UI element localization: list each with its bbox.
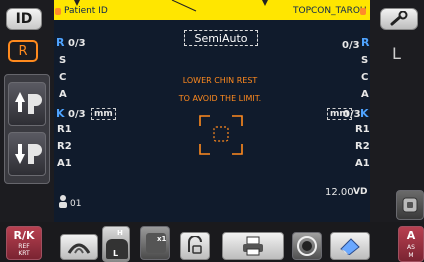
lens-reader-button[interactable] — [396, 190, 424, 220]
right-r-count: 0/3 — [342, 40, 360, 51]
patient-icon — [55, 8, 61, 15]
eye-view-button[interactable] — [60, 234, 98, 260]
chin-rest-down-button[interactable] — [8, 132, 46, 176]
rk-title: R/K — [13, 229, 35, 242]
left-a-label: A — [59, 89, 67, 100]
left-k-count: 0/3 — [68, 109, 86, 120]
ring-icon — [297, 236, 317, 256]
left-r-label: R — [56, 36, 65, 49]
chin-down-icon — [15, 144, 42, 164]
rk-mode-button[interactable]: R/K REF KRT — [6, 226, 42, 260]
left-k-label: K — [56, 107, 65, 120]
headrest-l-label: L — [113, 249, 119, 258]
right-s-label: S — [361, 55, 369, 66]
warning-message: LOWER CHIN REST TO AVOID THE LIMIT. — [150, 72, 290, 108]
r-eye-button[interactable]: R — [8, 40, 38, 62]
chin-up-icon — [15, 92, 42, 114]
patient-id-label: Patient ID — [64, 6, 108, 16]
left-r-count: 0/3 — [68, 38, 86, 49]
lens-icon — [402, 197, 418, 213]
semiauto-mode-button[interactable]: SemiAuto — [184, 30, 258, 46]
alignment-target — [199, 115, 243, 155]
zoom-x1-label: x1 — [157, 235, 167, 243]
rk-sub1: REF — [18, 243, 30, 250]
chin-rest-up-button[interactable] — [8, 82, 46, 126]
warning-line-1: LOWER CHIN REST — [182, 76, 258, 85]
warning-line-2: TO AVOID THE LIMIT. — [178, 94, 262, 103]
zoom-button[interactable]: x1 — [140, 226, 170, 260]
left-a1-label: A1 — [57, 158, 72, 169]
ring-button[interactable] — [292, 232, 322, 260]
auto-as-label: AS — [407, 244, 415, 251]
right-a-label: A — [361, 89, 369, 100]
right-r1-label: R1 — [355, 124, 370, 135]
wrench-icon — [390, 11, 408, 26]
right-k-label: K — [360, 107, 369, 120]
auto-a-label: A — [406, 229, 416, 242]
eye-arch-icon — [67, 243, 91, 254]
user-count-icon — [59, 195, 67, 208]
center-arrow-icon — [262, 0, 268, 6]
right-r2-label: R2 — [355, 141, 370, 152]
vd-label: VD — [353, 187, 368, 197]
rk-sub2: KRT — [18, 250, 30, 257]
pointer-line — [171, 0, 197, 12]
capture-button[interactable] — [180, 232, 210, 260]
status-bar: Patient ID TOPCON_TAROU — [54, 0, 370, 20]
patient-number: 01 — [70, 199, 82, 209]
semiauto-mode-label: SemiAuto — [194, 31, 248, 45]
left-c-label: C — [59, 72, 67, 83]
id-button[interactable]: ID — [6, 8, 42, 30]
camera-icon — [188, 236, 202, 254]
print-button[interactable] — [222, 232, 284, 260]
eraser-icon — [340, 238, 360, 255]
settings-button[interactable] — [380, 8, 418, 30]
left-mm-unit[interactable]: mm — [91, 108, 116, 120]
clear-button[interactable] — [330, 232, 370, 260]
auto-m-label: M — [408, 252, 414, 259]
l-eye-label: L — [392, 44, 401, 63]
device-icon — [360, 8, 366, 15]
auto-shot-button[interactable]: A AS M — [398, 226, 424, 262]
headrest-h-label: H — [117, 229, 123, 237]
r-eye-button-label: R — [18, 43, 28, 59]
right-c-label: C — [361, 72, 369, 83]
right-r-label: R — [361, 36, 370, 49]
left-r2-label: R2 — [57, 141, 72, 152]
id-button-label: ID — [15, 11, 33, 27]
left-s-label: S — [59, 55, 67, 66]
printer-icon — [243, 236, 263, 256]
right-a1-label: A1 — [355, 158, 370, 169]
right-k-count: 0/3 — [343, 109, 361, 120]
vd-value: 12.00 — [325, 187, 354, 198]
headrest-button[interactable]: H L — [102, 226, 130, 262]
left-r1-label: R1 — [57, 124, 72, 135]
device-name: TOPCON_TAROU — [293, 6, 367, 16]
